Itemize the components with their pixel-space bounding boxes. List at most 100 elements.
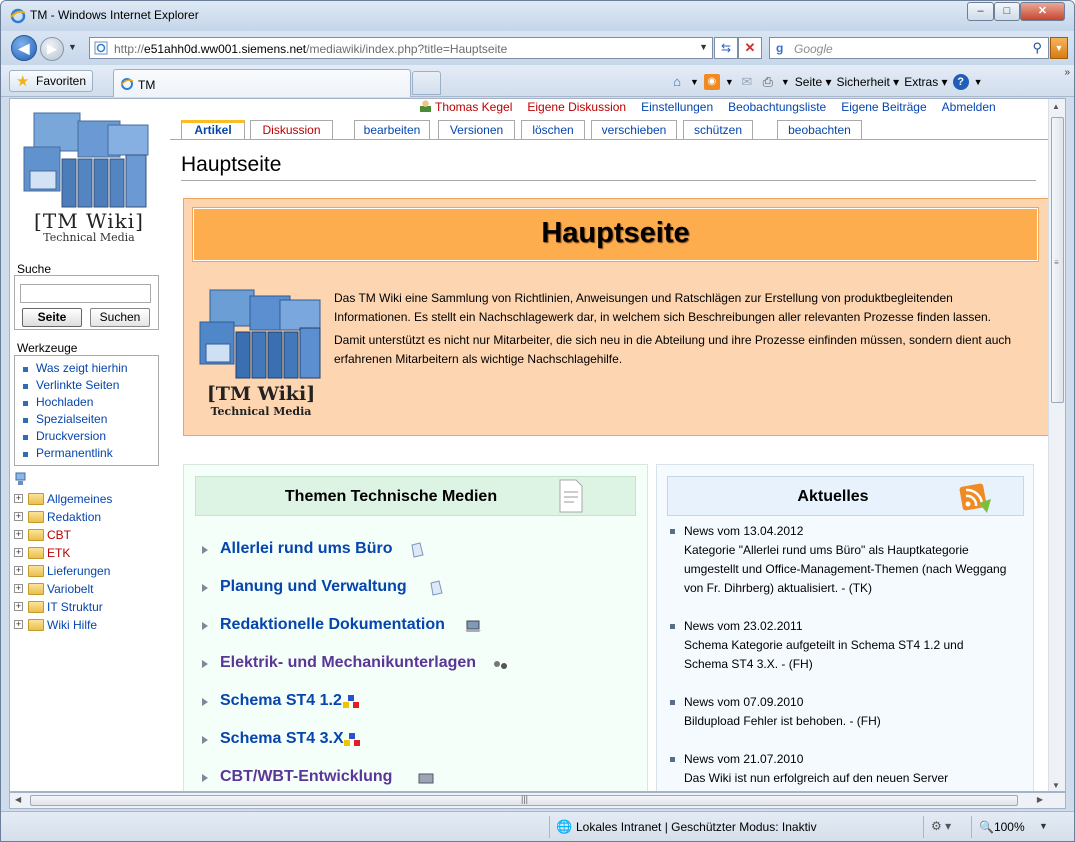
browser-tab[interactable]: TM <box>113 69 411 97</box>
tree-item-cbt[interactable]: + CBT <box>14 526 164 544</box>
tab-move[interactable]: verschieben <box>591 120 677 139</box>
zoom-level[interactable]: 🔍100% <box>979 820 1025 834</box>
mail-icon[interactable]: ✉ <box>739 74 755 90</box>
expand-icon[interactable]: + <box>14 620 23 629</box>
topic-link[interactable]: Schema ST4 1.2 <box>220 692 342 710</box>
address-dropdown-icon[interactable]: ▼ <box>699 42 708 52</box>
watchlist-link[interactable]: Beobachtungsliste <box>728 100 826 114</box>
tab-protect[interactable]: schützen <box>683 120 753 139</box>
minimize-button[interactable]: – <box>967 2 994 21</box>
logout-link[interactable]: Abmelden <box>942 100 996 114</box>
tree-label[interactable]: Wiki Hilfe <box>47 618 97 632</box>
zoom-dropdown-icon[interactable]: ▼ <box>1039 821 1048 831</box>
my-talk-link[interactable]: Eigene Diskussion <box>527 100 626 114</box>
topic-link[interactable]: Schema ST4 3.X <box>220 730 344 748</box>
print-icon[interactable]: ⎙ <box>760 74 776 90</box>
tree-item-it-struktur[interactable]: + IT Struktur <box>14 598 164 616</box>
tree-item-redaktion[interactable]: + Redaktion <box>14 508 164 526</box>
tool-special-pages[interactable]: Spezialseiten <box>22 411 158 428</box>
scroll-left-icon[interactable]: ◀ <box>15 795 21 804</box>
user-name[interactable]: Thomas Kegel <box>435 100 512 114</box>
feeds-dropdown-icon[interactable]: ▼ <box>725 77 734 87</box>
cmd-extras[interactable]: Extras ▾ <box>904 75 947 89</box>
scroll-up-icon[interactable]: ▲ <box>1052 102 1060 111</box>
contributions-link[interactable]: Eigene Beiträge <box>841 100 926 114</box>
tree-item-allgemeines[interactable]: + Allgemeines <box>14 490 164 508</box>
schema-icon <box>343 695 359 708</box>
expand-icon[interactable]: + <box>14 584 23 593</box>
search-options-button[interactable]: ▼ <box>1050 37 1068 59</box>
search-button[interactable]: Suchen <box>90 308 150 327</box>
folder-icon <box>28 529 44 541</box>
search-box[interactable]: g Google ⚲ <box>769 37 1049 59</box>
tree-label[interactable]: CBT <box>47 528 71 542</box>
expand-icon[interactable]: + <box>14 530 23 539</box>
address-bar[interactable]: http://e51ahh0d.ww001.siemens.net/mediaw… <box>89 37 713 59</box>
preferences-link[interactable]: Einstellungen <box>641 100 713 114</box>
vertical-scrollbar[interactable]: ▲ ≡ ▼ <box>1048 99 1065 791</box>
cmd-page[interactable]: Seite ▾ <box>795 75 832 89</box>
horizontal-scroll-thumb[interactable]: ||| <box>30 794 1018 806</box>
search-icon[interactable]: ⚲ <box>1032 40 1042 56</box>
help-dropdown-icon[interactable]: ▼ <box>974 77 983 87</box>
topic-link[interactable]: Allerlei rund ums Büro <box>220 540 392 558</box>
tab-delete[interactable]: löschen <box>521 120 585 139</box>
new-tab-button[interactable] <box>412 71 441 95</box>
cmd-security[interactable]: Sicherheit ▾ <box>836 75 899 89</box>
address-text[interactable]: http://e51ahh0d.ww001.siemens.net/mediaw… <box>114 42 507 56</box>
chevron-more-icon[interactable]: » <box>1064 67 1070 78</box>
tool-upload[interactable]: Hochladen <box>22 394 158 411</box>
pop-up-blocker-icon[interactable]: ⚙ ▾ <box>931 819 951 833</box>
tab-discussion[interactable]: Diskussion <box>250 120 333 139</box>
favorites-button[interactable]: ★ Favoriten <box>9 70 94 92</box>
go-button[interactable]: Seite <box>22 308 82 327</box>
home-dropdown-icon[interactable]: ▼ <box>690 77 699 87</box>
tab-edit[interactable]: bearbeiten <box>354 120 430 139</box>
vertical-scroll-thumb[interactable]: ≡ <box>1051 117 1064 403</box>
refresh-button[interactable]: ⇆ <box>714 37 738 59</box>
scroll-down-icon[interactable]: ▼ <box>1052 781 1060 790</box>
forward-button[interactable]: ▶ <box>40 37 64 61</box>
tab-article[interactable]: Artikel <box>181 120 245 139</box>
tool-what-links-here[interactable]: Was zeigt hierhin <box>22 360 158 377</box>
tool-related-changes[interactable]: Verlinkte Seiten <box>22 377 158 394</box>
security-zone[interactable]: Lokales Intranet | Geschützter Modus: In… <box>576 820 817 834</box>
expand-icon[interactable]: + <box>14 548 23 557</box>
tool-print-version[interactable]: Druckversion <box>22 428 158 445</box>
tree-label[interactable]: Lieferungen <box>47 564 110 578</box>
tree-label[interactable]: Allgemeines <box>47 492 112 506</box>
scroll-right-icon[interactable]: ▶ <box>1037 795 1043 804</box>
topic-link[interactable]: Planung und Verwaltung <box>220 578 407 596</box>
horizontal-scrollbar[interactable]: ◀ ||| ▶ <box>9 792 1066 809</box>
expand-icon[interactable]: + <box>14 494 23 503</box>
tool-permanent-link[interactable]: Permanentlink <box>22 445 158 462</box>
maximize-button[interactable]: □ <box>994 2 1020 21</box>
tree-label[interactable]: Variobelt <box>47 582 93 596</box>
tab-watch[interactable]: beobachten <box>777 120 862 139</box>
tree-label[interactable]: ETK <box>47 546 70 560</box>
topic-link[interactable]: CBT/WBT-Entwicklung <box>220 768 392 786</box>
expand-icon[interactable]: + <box>14 512 23 521</box>
user-link[interactable]: Thomas Kegel <box>420 100 512 114</box>
tree-label[interactable]: Redaktion <box>47 510 101 524</box>
help-icon[interactable]: ? <box>952 74 969 90</box>
close-button[interactable]: ✕ <box>1020 2 1065 21</box>
tree-item-wiki-hilfe[interactable]: + Wiki Hilfe <box>14 616 164 634</box>
tree-item-etk[interactable]: + ETK <box>14 544 164 562</box>
expand-icon[interactable]: + <box>14 566 23 575</box>
stop-button[interactable]: ✕ <box>738 37 762 59</box>
topic-link[interactable]: Elektrik- und Mechanikunterlagen <box>220 654 476 672</box>
print-dropdown-icon[interactable]: ▼ <box>781 77 790 87</box>
topic-link[interactable]: Redaktionelle Dokumentation <box>220 616 445 634</box>
history-dropdown-icon[interactable]: ▼ <box>68 42 77 52</box>
expand-icon[interactable]: + <box>14 602 23 611</box>
tree-item-lieferungen[interactable]: + Lieferungen <box>14 562 164 580</box>
feeds-icon[interactable]: ◉ <box>703 74 720 90</box>
news-text: Schema Kategorie aufgeteilt in Schema ST… <box>684 638 964 671</box>
wiki-search-input[interactable] <box>20 284 151 303</box>
back-button[interactable]: ◀ <box>11 35 37 61</box>
tab-history[interactable]: Versionen <box>438 120 515 139</box>
tree-item-variobelt[interactable]: + Variobelt <box>14 580 164 598</box>
home-icon[interactable]: ⌂ <box>669 74 685 90</box>
tree-label[interactable]: IT Struktur <box>47 600 103 614</box>
